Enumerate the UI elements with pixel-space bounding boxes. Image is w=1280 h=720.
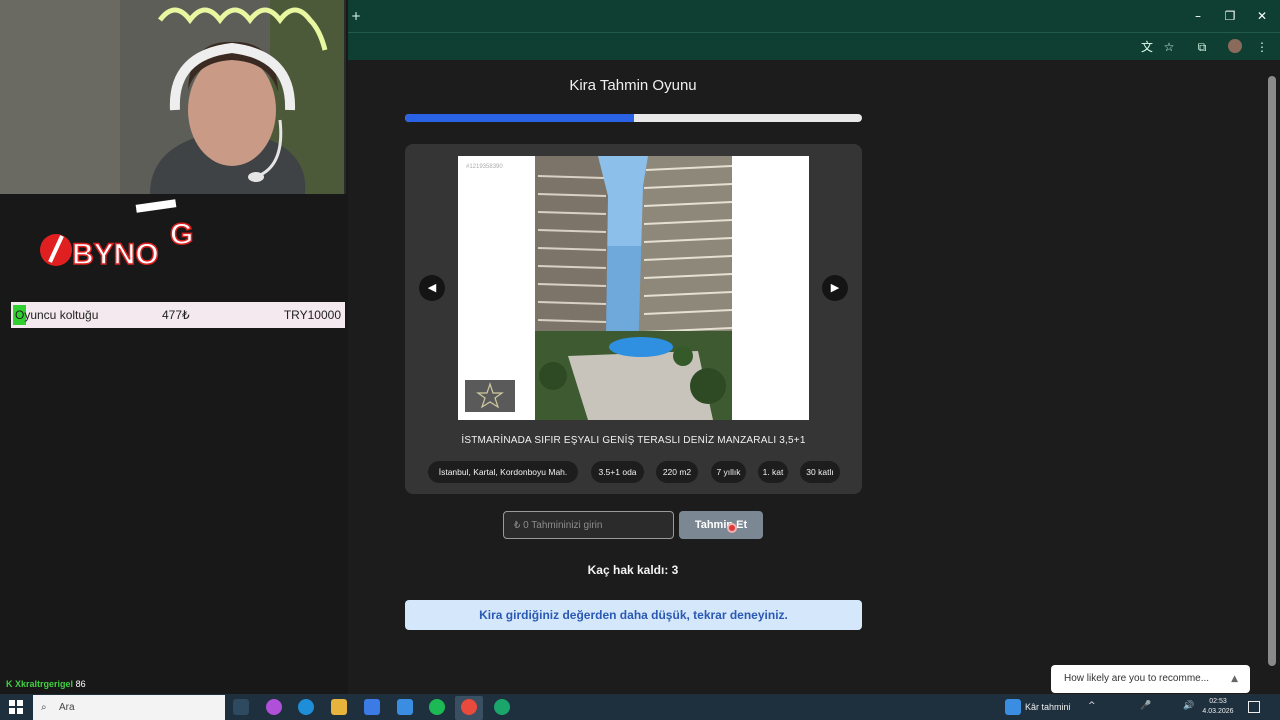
spotify-icon[interactable] bbox=[429, 699, 445, 715]
menu-dots-icon[interactable]: ⋮ bbox=[1254, 39, 1270, 55]
taskbar-search[interactable]: ⌕ Ara bbox=[33, 695, 225, 720]
guess-button[interactable]: Tahmin Et bbox=[679, 511, 763, 539]
new-tab-icon[interactable]: + bbox=[348, 8, 364, 24]
seat-amount: TRY10000 bbox=[283, 308, 341, 322]
store-icon[interactable] bbox=[364, 699, 380, 715]
feedback-message: Kira girdiğiniz değerden daha düşük, tek… bbox=[405, 600, 862, 630]
tray-overflow-icon[interactable]: ^ bbox=[1088, 701, 1096, 711]
survey-popup[interactable]: How likely are you to recomme... ▲ bbox=[1051, 665, 1250, 693]
game-title: Kira Tahmin Oyunu bbox=[569, 77, 697, 94]
tag-age: 7 yıllık bbox=[711, 461, 746, 483]
progress-fill bbox=[405, 114, 634, 122]
chrome-icon[interactable] bbox=[461, 699, 477, 715]
search-placeholder: Ara bbox=[59, 702, 75, 713]
browser-titlebar: + – ❐ ✕ bbox=[348, 0, 1280, 32]
guess-input[interactable] bbox=[503, 511, 674, 539]
restore-icon[interactable]: ❐ bbox=[1222, 8, 1238, 24]
photo-id-label: #1219358390 bbox=[466, 164, 503, 170]
clock-time: 02:53 bbox=[1209, 698, 1227, 705]
minimize-icon[interactable]: – bbox=[1190, 8, 1206, 24]
building-photo-illustration bbox=[458, 156, 809, 420]
microphone-icon[interactable]: 🎤 bbox=[1140, 701, 1151, 711]
tag-floor: 1. kat bbox=[758, 461, 788, 483]
seat-price-row: Oyuncu koltuğu 477₺ TRY10000 bbox=[11, 302, 345, 328]
extensions-icon[interactable]: ⧉ bbox=[1194, 39, 1210, 55]
expand-caret-icon[interactable]: ▲ bbox=[1231, 665, 1238, 693]
taskbar-clock[interactable]: 02:53 4.03.2026 bbox=[1200, 697, 1236, 717]
browser-toolbar: 文 ☆ ⧉ ⋮ bbox=[348, 32, 1280, 60]
search-icon: ⌕ bbox=[41, 702, 47, 713]
clock-date: 4.03.2026 bbox=[1202, 708, 1234, 715]
chat-line: K Xkraltrgerigel 86 bbox=[6, 679, 86, 689]
start-icon[interactable] bbox=[9, 700, 23, 714]
attempts-remaining: Kaç hak kaldı: 3 bbox=[587, 563, 679, 577]
edge-icon[interactable] bbox=[298, 699, 314, 715]
seat-price: 477₺ bbox=[162, 308, 190, 322]
bookmark-star-icon[interactable]: ☆ bbox=[1161, 39, 1177, 55]
previous-photo-button[interactable]: ◀ bbox=[419, 275, 445, 301]
notification-icon[interactable] bbox=[1248, 701, 1260, 713]
translate-icon[interactable]: 文 bbox=[1139, 39, 1155, 55]
tag-location: İstanbul, Kartal, Kordonboyu Mah. bbox=[428, 461, 578, 483]
logo-letter-g: G bbox=[170, 218, 193, 251]
progress-bar bbox=[405, 114, 862, 122]
mouse-cursor-indicator bbox=[727, 523, 737, 533]
tray-widget-label[interactable]: Kâr tahmini bbox=[1025, 702, 1071, 712]
webcam-illustration bbox=[0, 0, 344, 194]
copilot-icon[interactable] bbox=[266, 699, 282, 715]
tag-floor-count: 30 katlı bbox=[800, 461, 840, 483]
close-icon[interactable]: ✕ bbox=[1254, 8, 1270, 24]
listing-title: İSTMARİNADA SIFIR EŞYALI GENİŞ TERASLI D… bbox=[461, 435, 806, 446]
mail-icon[interactable] bbox=[397, 699, 413, 715]
volume-icon[interactable]: 🔊 bbox=[1183, 701, 1194, 711]
listing-photo bbox=[458, 156, 809, 420]
tag-rooms: 3.5+1 oda bbox=[591, 461, 644, 483]
task-view-icon[interactable] bbox=[233, 699, 249, 715]
seat-label: Oyuncu koltuğu bbox=[15, 308, 99, 322]
logo-text: BYNO bbox=[72, 238, 159, 271]
next-photo-button[interactable]: ▶ bbox=[822, 275, 848, 301]
whatsapp-icon[interactable] bbox=[494, 699, 510, 715]
profile-avatar[interactable] bbox=[1228, 39, 1242, 53]
weather-widget-icon[interactable] bbox=[1005, 699, 1021, 715]
webcam-feed bbox=[0, 0, 346, 194]
chat-user: Xkraltrgerigel bbox=[15, 679, 74, 689]
survey-text: How likely are you to recomme... bbox=[1064, 673, 1210, 684]
chat-badge-icon: K bbox=[6, 679, 13, 689]
chat-value: 86 bbox=[75, 679, 86, 689]
tag-area: 220 m2 bbox=[656, 461, 698, 483]
file-explorer-icon[interactable] bbox=[331, 699, 347, 715]
channel-logo: BYNO G bbox=[40, 199, 194, 272]
scrollbar-thumb[interactable] bbox=[1268, 76, 1276, 666]
